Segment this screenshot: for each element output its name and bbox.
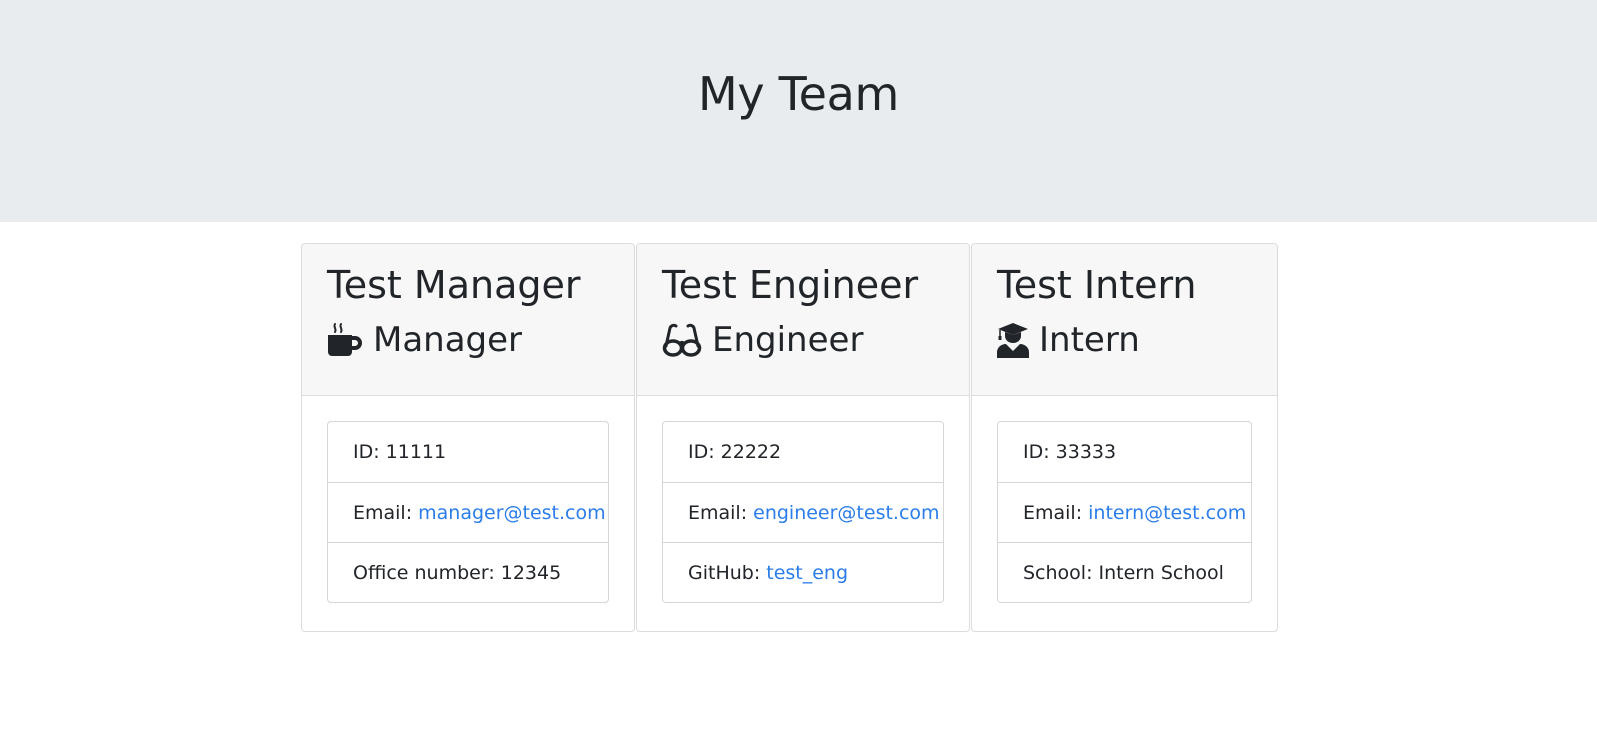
office-number-label: Office number: xyxy=(353,561,495,584)
employee-name: Test Intern xyxy=(997,263,1197,307)
card-header: Test Manager Manager xyxy=(302,244,634,396)
github-label: GitHub: xyxy=(688,561,761,584)
user-graduate-icon xyxy=(997,322,1029,358)
employee-card-engineer: Test Engineer Engineer ID: 22222 Email: … xyxy=(636,243,970,632)
team-cards: Test Manager Manager ID: 11111 Email: ma… xyxy=(301,243,1278,632)
page-title: My Team xyxy=(697,67,899,121)
email-label: Email: xyxy=(353,501,413,524)
email-label: Email: xyxy=(688,501,748,524)
office-number-value: 12345 xyxy=(500,561,562,584)
id-value: 22222 xyxy=(720,441,782,463)
id-label: ID: xyxy=(1023,441,1050,463)
card-body: ID: 22222 Email: engineer@test.com GitHu… xyxy=(637,396,969,628)
email-link[interactable]: intern@test.com xyxy=(1088,502,1246,524)
card-header: Test Engineer Engineer xyxy=(637,244,969,396)
employee-card-manager: Test Manager Manager ID: 11111 Email: ma… xyxy=(301,243,635,632)
email-label: Email: xyxy=(1023,501,1083,524)
email-link[interactable]: engineer@test.com xyxy=(753,502,939,524)
employee-role: Manager xyxy=(327,318,609,362)
github-link[interactable]: test_eng xyxy=(766,562,848,584)
info-list: ID: 11111 Email: manager@test.com Office… xyxy=(327,421,609,603)
employee-name: Test Engineer xyxy=(662,263,919,307)
email-link[interactable]: manager@test.com xyxy=(418,502,606,524)
header-banner: My Team xyxy=(0,0,1597,222)
glasses-icon xyxy=(662,322,702,358)
employee-role: Engineer xyxy=(662,318,944,362)
office-number-row: Office number: 12345 xyxy=(328,542,608,602)
employee-role: Intern xyxy=(997,318,1252,362)
role-label: Engineer xyxy=(712,320,864,360)
email-row: Email: manager@test.com xyxy=(328,482,608,542)
school-value: Intern School xyxy=(1098,561,1224,584)
email-row: Email: engineer@test.com xyxy=(663,482,943,542)
card-header: Test Intern Intern xyxy=(972,244,1277,396)
id-label: ID: xyxy=(353,441,380,463)
role-label: Intern xyxy=(1039,320,1140,360)
id-value: 11111 xyxy=(385,441,447,463)
employee-name: Test Manager xyxy=(327,263,581,307)
mug-hot-icon xyxy=(327,322,363,358)
email-row: Email: intern@test.com xyxy=(998,482,1251,542)
id-label: ID: xyxy=(688,441,715,463)
id-row: ID: 22222 xyxy=(663,422,943,482)
info-list: ID: 22222 Email: engineer@test.com GitHu… xyxy=(662,421,944,603)
id-row: ID: 11111 xyxy=(328,422,608,482)
school-label: School: xyxy=(1023,561,1093,584)
employee-card-intern: Test Intern Intern ID: 33333 Email: inte… xyxy=(971,243,1278,632)
id-value: 33333 xyxy=(1055,441,1117,463)
school-row: School: Intern School xyxy=(998,542,1251,602)
github-row: GitHub: test_eng xyxy=(663,542,943,602)
card-body: ID: 33333 Email: intern@test.com School:… xyxy=(972,396,1277,628)
info-list: ID: 33333 Email: intern@test.com School:… xyxy=(997,421,1252,603)
card-body: ID: 11111 Email: manager@test.com Office… xyxy=(302,396,634,628)
role-label: Manager xyxy=(373,320,523,360)
id-row: ID: 33333 xyxy=(998,422,1251,482)
